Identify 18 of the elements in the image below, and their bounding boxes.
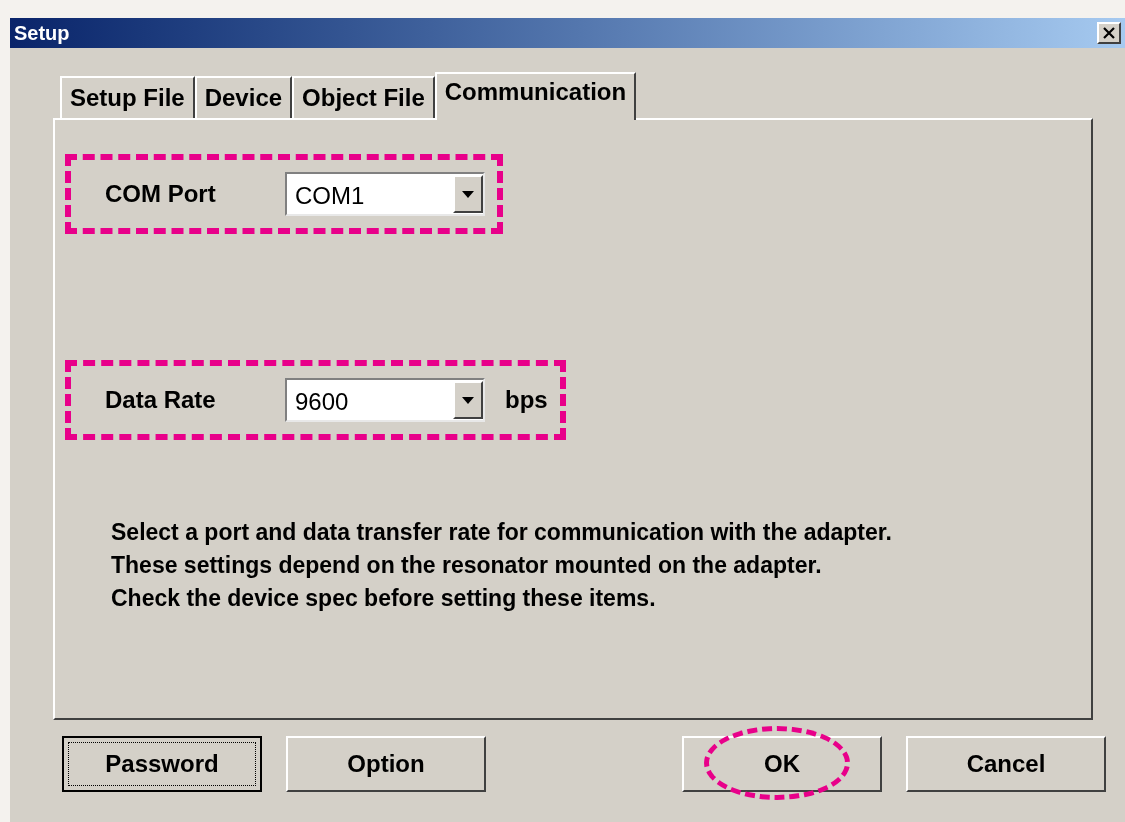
dropdown-field[interactable]: COM1	[285, 172, 485, 216]
tab[interactable]: Device	[194, 76, 293, 118]
tab[interactable]: Object File	[292, 76, 435, 118]
close-icon[interactable]	[1097, 22, 1121, 44]
dialog-button[interactable]: Option	[286, 736, 486, 792]
window-title: Setup	[14, 21, 70, 46]
field-label: COM Port	[105, 179, 217, 209]
tab[interactable]: Communication	[434, 72, 637, 120]
dropdown-field[interactable]: 9600	[285, 378, 485, 422]
field-label: Data Rate	[105, 385, 217, 415]
unit-label: bps	[505, 385, 548, 415]
help-text: Check the device spec before setting these items.	[111, 584, 657, 613]
help-text: These settings depend on the resonator mounted on the adapter.	[111, 551, 823, 580]
dialog-button[interactable]: OK	[682, 736, 882, 792]
help-text: Select a port and data transfer rate for communication with the adapter.	[111, 518, 893, 547]
tab[interactable]: Setup File	[60, 76, 195, 118]
dialog-button[interactable]: Cancel	[906, 736, 1106, 792]
dialog-button[interactable]: Password	[62, 736, 262, 792]
